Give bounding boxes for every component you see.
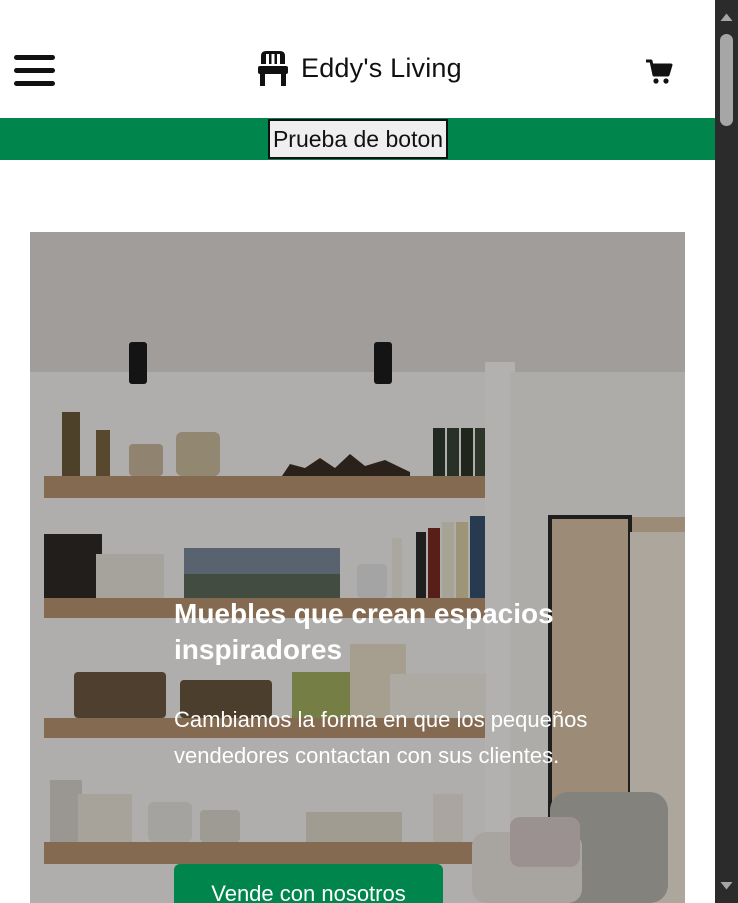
hamburger-menu-icon[interactable] [14,55,55,86]
scroll-down-arrow-icon[interactable] [719,878,734,893]
hero-overlay [30,232,685,903]
scrollbar-track[interactable] [715,0,738,903]
brand-logo[interactable]: Eddy's Living [257,50,462,86]
page-scrollbar[interactable] [715,0,738,903]
scrollbar-thumb[interactable] [720,34,733,126]
hero-title: Muebles que crean espacios inspiradores [174,598,554,665]
sell-with-us-button[interactable]: Vende con nosotros [174,864,443,903]
shopping-cart-icon[interactable] [645,58,673,86]
hero-section: Muebles que crean espacios inspiradores … [30,232,685,903]
brand-name: Eddy's Living [301,52,462,83]
scroll-up-arrow-icon[interactable] [719,10,734,25]
test-button[interactable]: Prueba de boton [268,119,448,159]
hero-description: Cambiamos la forma en que los pequeños v… [174,707,588,768]
site-header: Eddy's Living [0,0,715,118]
chair-icon [258,51,288,86]
